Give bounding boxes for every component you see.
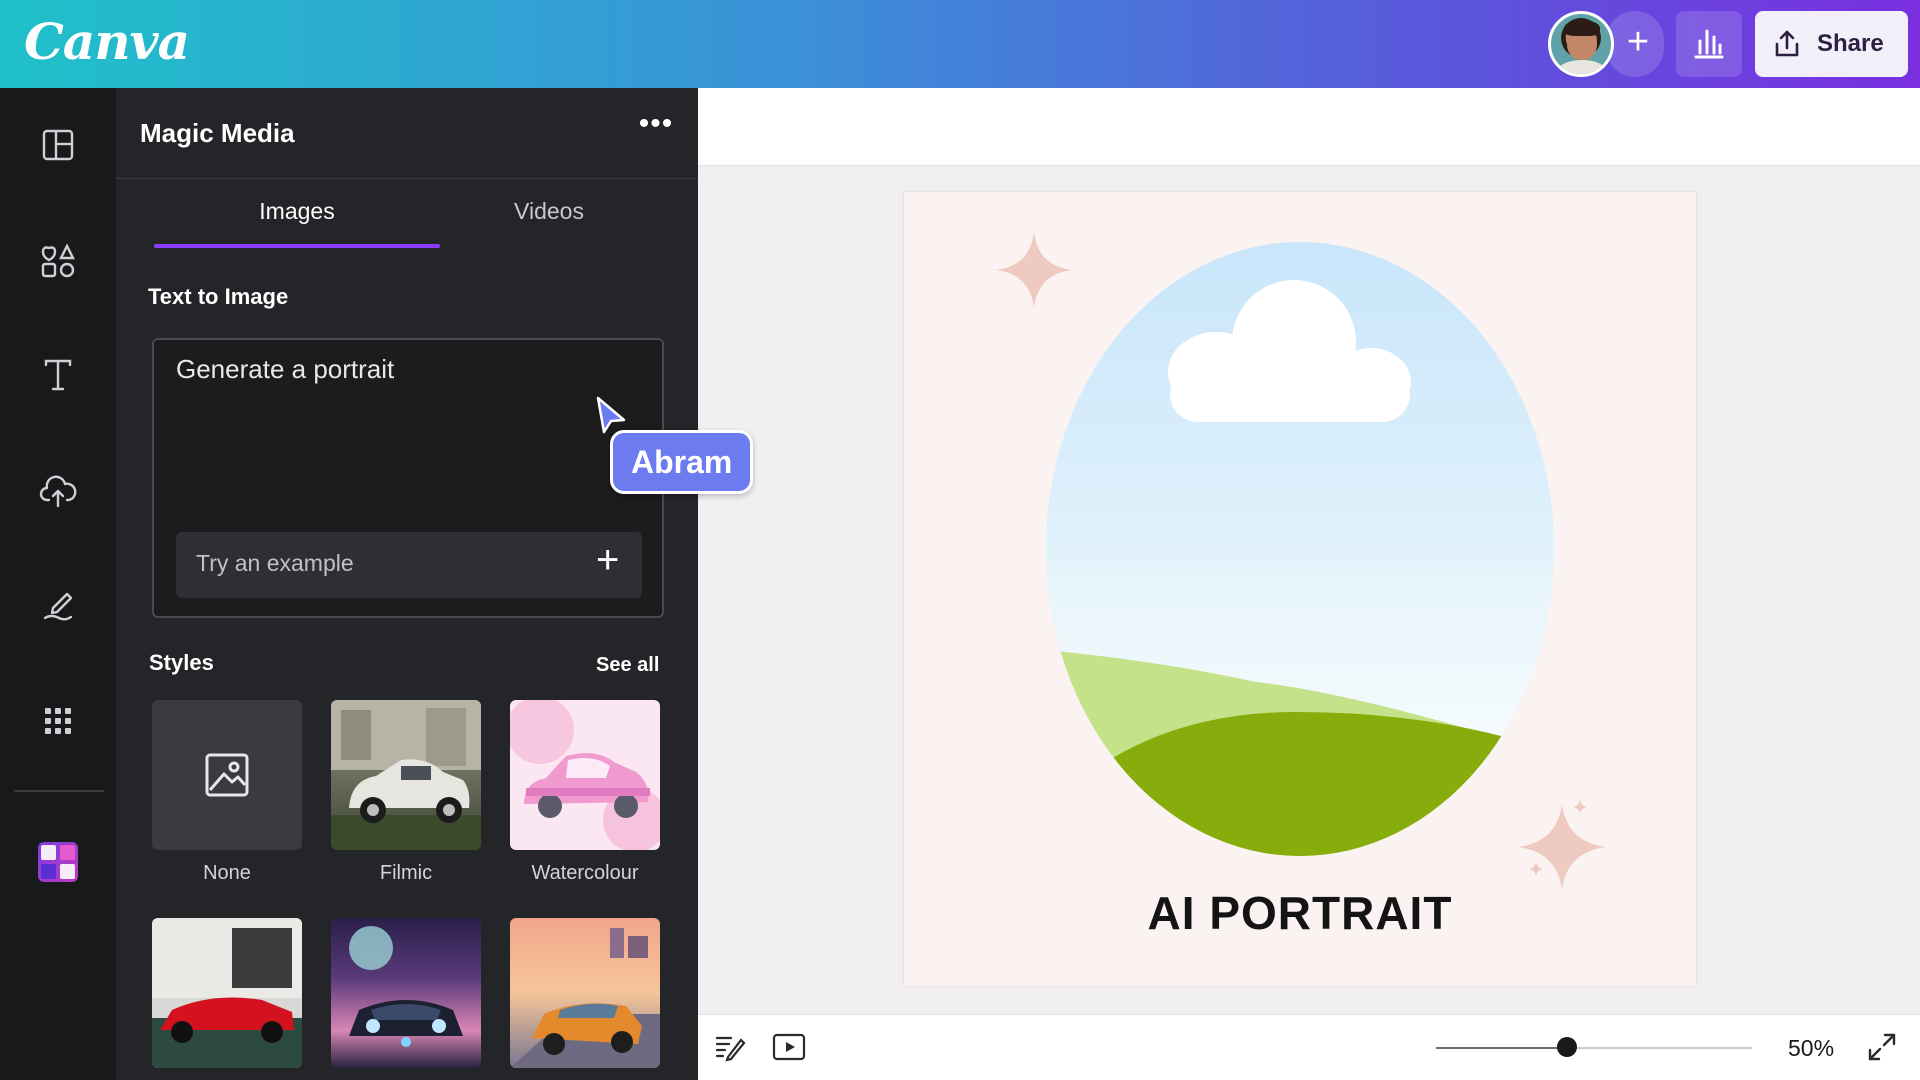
more-options-icon[interactable]: ••• [636,109,676,150]
portrait-frame[interactable] [1046,242,1554,856]
plus-icon: + [1626,21,1650,63]
zoom-level[interactable]: 50% [1788,1035,1834,1062]
design-artboard[interactable]: AI PORTRAIT [904,192,1696,986]
tab-images[interactable]: Images [154,198,440,248]
style-watercolour-card[interactable] [510,700,660,850]
active-tab-indicator [154,244,440,248]
fullscreen-icon[interactable] [1866,1031,1898,1063]
panel-title: Magic Media [140,118,295,148]
try-example-label: Try an example [196,550,354,576]
zoom-slider-thumb[interactable] [1557,1037,1578,1057]
collaborator-name-tag: Abram [610,430,754,494]
rail-item-design[interactable] [34,121,82,169]
draw-icon [43,592,73,621]
zoom-slider-fill [1436,1047,1568,1049]
user-avatar[interactable] [1548,11,1614,77]
top-bar: Canva + Share [0,0,1920,88]
rail-item-apps[interactable] [34,697,82,745]
magic-media-panel: Magic Media ••• Images Videos Text to Im… [116,88,698,1080]
style-card-5[interactable] [331,918,481,1068]
canva-logo[interactable]: Canva [24,12,190,71]
share-icon [1775,30,1799,57]
sparkle-decoration [996,232,1072,308]
style-card-4[interactable] [152,918,302,1068]
share-label: Share [1817,30,1884,57]
apps-icon [45,708,71,734]
prompt-text[interactable]: Generate a portrait [176,354,394,385]
bottom-toolbar: 50% [698,1014,1920,1080]
notes-icon[interactable] [714,1031,746,1063]
text-to-image-heading: Text to Image [148,284,289,309]
try-example-button[interactable]: Try an example + [176,532,642,598]
plus-icon: + [596,538,620,582]
tab-videos[interactable]: Videos [406,198,692,248]
design-title-text[interactable]: AI PORTRAIT [904,886,1696,940]
insights-button[interactable] [1676,11,1742,77]
rail-divider [14,790,104,792]
style-none-card[interactable] [152,700,302,850]
style-filmic-label: Filmic [379,862,433,884]
rail-item-uploads[interactable] [34,468,82,516]
text-icon [44,359,72,391]
cloud-shape [1168,280,1411,422]
prompt-input[interactable]: Generate a portrait Try an example + [152,338,664,618]
image-placeholder-icon [205,753,249,797]
upload-icon [39,475,77,508]
style-watercolour-label: Watercolour [531,862,639,884]
layout-icon [42,129,74,161]
panel-divider [116,178,698,179]
style-none-label: None [203,862,251,884]
canvas-toolbar [698,88,1920,166]
rail-item-elements[interactable] [34,237,82,285]
add-collaborator-button[interactable]: + [1606,11,1664,77]
elements-icon [41,243,75,278]
present-icon[interactable] [772,1031,806,1063]
magic-media-app-icon[interactable] [38,842,78,882]
rail-item-draw[interactable] [34,582,82,630]
share-button[interactable]: Share [1755,11,1908,77]
side-rail [0,88,116,1080]
collaborator-cursor-icon [596,396,626,434]
insights-icon [1694,29,1724,59]
styles-heading: Styles [149,650,214,675]
rail-item-text[interactable] [34,351,82,399]
style-filmic-card[interactable] [331,700,481,850]
style-card-6[interactable] [510,918,660,1068]
see-all-link[interactable]: See all [596,654,659,677]
